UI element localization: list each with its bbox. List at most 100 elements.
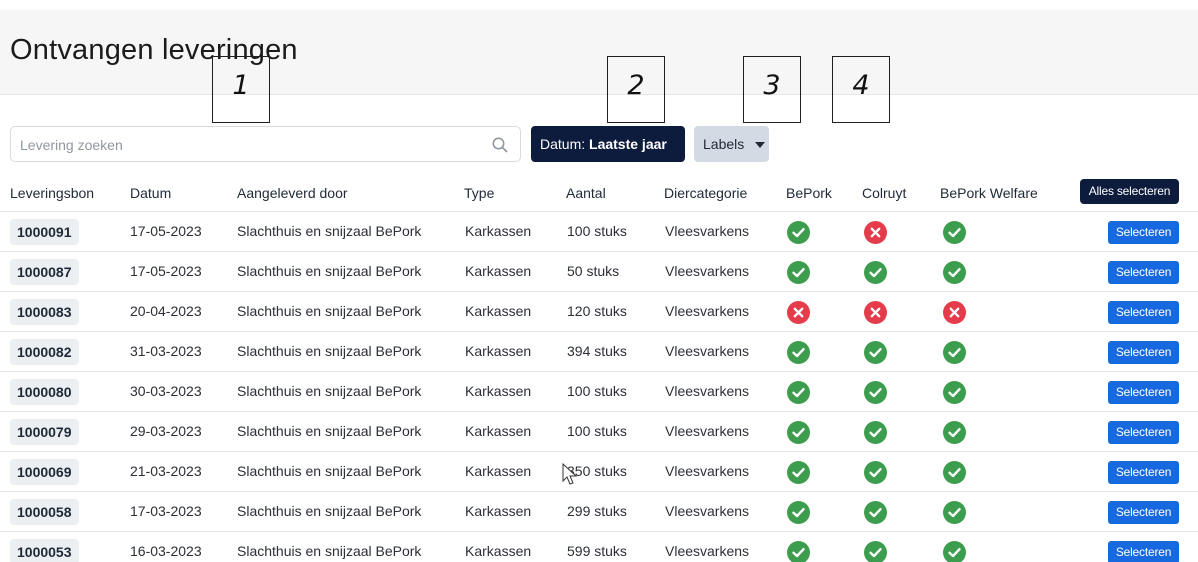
labels-filter-label: Labels (703, 136, 745, 152)
delivered-by: Slachthuis en snijzaal BePork (237, 543, 422, 559)
bepork-welfare-status-check-icon (943, 261, 966, 284)
delivered-by: Slachthuis en snijzaal BePork (237, 423, 422, 439)
bepork-status-check-icon (787, 461, 810, 484)
colruyt-status-check-icon (864, 381, 887, 404)
bepork-welfare-status-check-icon (943, 501, 966, 524)
delivery-quantity: 100 stuks (567, 423, 627, 439)
delivery-note-tag[interactable]: 1000058 (10, 499, 79, 525)
delivery-quantity: 120 stuks (567, 303, 627, 319)
date-filter-prefix: Datum: (540, 136, 586, 152)
delivery-type: Karkassen (465, 263, 532, 279)
select-row-button[interactable]: Selecteren (1108, 541, 1179, 562)
date-filter-button[interactable]: Datum: Laatste jaar (531, 126, 685, 185)
column-header-type[interactable]: Type (464, 185, 494, 201)
colruyt-status-cross-icon (864, 221, 887, 244)
select-row-button[interactable]: Selecteren (1108, 421, 1179, 444)
mouse-cursor-icon (562, 463, 578, 485)
delivery-date: 29-03-2023 (130, 423, 202, 439)
delivery-quantity: 299 stuks (567, 503, 627, 519)
colruyt-status-check-icon (864, 541, 887, 562)
callout-marker-3: 3 (743, 56, 801, 123)
select-row-button[interactable]: Selecteren (1108, 461, 1179, 484)
column-header-bepork[interactable]: BePork (786, 185, 832, 201)
delivery-type: Karkassen (465, 343, 532, 359)
delivery-note-tag[interactable]: 1000083 (10, 299, 79, 325)
table-row: 1000083 20-04-2023 Slachthuis en snijzaal … (0, 292, 1198, 332)
animal-category: Vleesvarkens (665, 303, 750, 319)
animal-category: Vleesvarkens (665, 263, 750, 279)
animal-category: Vleesvarkens (665, 223, 750, 239)
delivery-type: Karkassen (465, 303, 532, 319)
table-row: 1000053 16-03-2023 Slachthuis en snijzaal … (0, 532, 1198, 562)
delivery-note-tag[interactable]: 1000080 (10, 379, 79, 405)
callout-marker-1: 1 (212, 56, 270, 123)
bepork-welfare-status-cross-icon (943, 301, 966, 324)
animal-category: Vleesvarkens (665, 543, 750, 559)
column-header-colruyt[interactable]: Colruyt (862, 185, 906, 201)
colruyt-status-check-icon (864, 341, 887, 364)
bepork-status-check-icon (787, 221, 810, 244)
delivery-date: 20-04-2023 (130, 303, 202, 319)
delivery-note-tag[interactable]: 1000079 (10, 419, 79, 445)
delivery-quantity: 100 stuks (567, 383, 627, 399)
delivery-date: 17-05-2023 (130, 263, 202, 279)
delivered-by: Slachthuis en snijzaal BePork (237, 303, 422, 319)
delivery-type: Karkassen (465, 503, 532, 519)
select-row-button[interactable]: Selecteren (1108, 221, 1179, 244)
select-row-button[interactable]: Selecteren (1108, 261, 1179, 284)
search-icon[interactable] (491, 136, 509, 154)
delivery-note-tag[interactable]: 1000087 (10, 259, 79, 285)
animal-category: Vleesvarkens (665, 463, 750, 479)
table-row: 1000079 29-03-2023 Slachthuis en snijzaal … (0, 412, 1198, 452)
caret-down-icon (755, 142, 766, 149)
delivery-date: 17-03-2023 (130, 503, 202, 519)
table-row: 1000082 31-03-2023 Slachthuis en snijzaal … (0, 332, 1198, 372)
delivery-date: 17-05-2023 (130, 223, 202, 239)
search-input[interactable] (20, 135, 480, 155)
bepork-welfare-status-check-icon (943, 381, 966, 404)
column-header-aangeleverd-door[interactable]: Aangeleverd door (237, 185, 348, 201)
delivery-type: Karkassen (465, 223, 532, 239)
delivery-quantity: 50 stuks (567, 263, 620, 279)
delivery-quantity: 100 stuks (567, 223, 627, 239)
delivery-date: 21-03-2023 (130, 463, 202, 479)
colruyt-status-check-icon (864, 501, 887, 524)
colruyt-status-cross-icon (864, 301, 887, 324)
bepork-welfare-status-check-icon (943, 421, 966, 444)
select-row-button[interactable]: Selecteren (1108, 381, 1179, 404)
select-row-button[interactable]: Selecteren (1108, 341, 1179, 364)
delivery-type: Karkassen (465, 383, 532, 399)
bepork-welfare-status-check-icon (943, 461, 966, 484)
select-row-button[interactable]: Selecteren (1108, 301, 1179, 324)
bepork-status-check-icon (787, 541, 810, 562)
delivered-by: Slachthuis en snijzaal BePork (237, 223, 422, 239)
column-header-datum[interactable]: Datum (130, 185, 171, 201)
delivery-date: 31-03-2023 (130, 343, 202, 359)
select-row-button[interactable]: Selecteren (1108, 501, 1179, 524)
table-row: 1000069 21-03-2023 Slachthuis en snijzaal … (0, 452, 1198, 492)
delivered-by: Slachthuis en snijzaal BePork (237, 503, 422, 519)
animal-category: Vleesvarkens (665, 423, 750, 439)
delivery-note-tag[interactable]: 1000091 (10, 219, 79, 245)
delivery-note-tag[interactable]: 1000069 (10, 459, 79, 485)
delivered-by: Slachthuis en snijzaal BePork (237, 263, 422, 279)
page-header: Ontvangen leveringen (0, 10, 1198, 95)
delivery-quantity: 599 stuks (567, 543, 627, 559)
delivered-by: Slachthuis en snijzaal BePork (237, 343, 422, 359)
bepork-status-cross-icon (787, 301, 810, 324)
table-row: 1000091 17-05-2023 Slachthuis en snijzaal … (0, 212, 1198, 252)
delivery-date: 16-03-2023 (130, 543, 202, 559)
bepork-status-check-icon (787, 261, 810, 284)
delivery-type: Karkassen (465, 543, 532, 559)
delivery-type: Karkassen (465, 423, 532, 439)
delivery-note-tag[interactable]: 1000053 (10, 539, 79, 562)
select-all-button[interactable]: Alles selecteren (1080, 179, 1179, 204)
labels-filter-button[interactable]: Labels (694, 126, 769, 162)
column-header-aantal[interactable]: Aantal (566, 185, 606, 201)
column-header-diercategorie[interactable]: Diercategorie (664, 185, 747, 201)
column-header-bepork-welfare[interactable]: BePork Welfare (940, 185, 1038, 201)
column-header-leveringsbon[interactable]: Leveringsbon (10, 185, 94, 201)
table-row: 1000058 17-03-2023 Slachthuis en snijzaal … (0, 492, 1198, 532)
bepork-welfare-status-check-icon (943, 341, 966, 364)
delivery-note-tag[interactable]: 1000082 (10, 339, 79, 365)
